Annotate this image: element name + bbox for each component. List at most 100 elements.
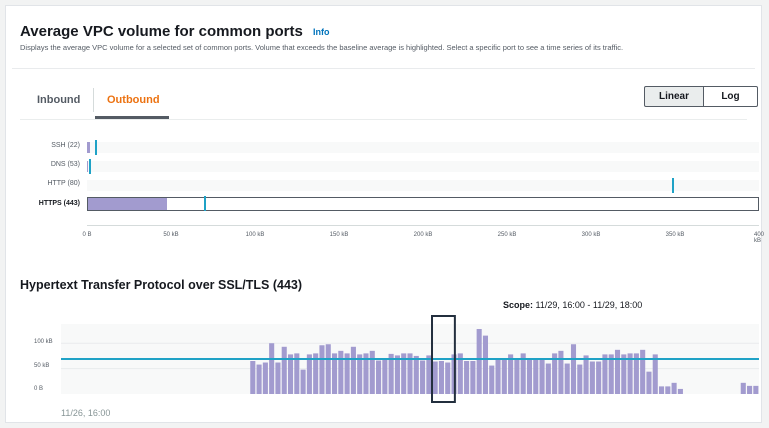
timeseries-bar[interactable] xyxy=(357,354,363,394)
timeseries-bar[interactable] xyxy=(577,364,583,394)
timeseries-bar[interactable] xyxy=(489,365,495,394)
port-row-http[interactable] xyxy=(87,178,759,193)
panel-description: Displays the average VPC volume for a se… xyxy=(20,43,624,52)
timeseries-bar[interactable] xyxy=(508,354,514,394)
info-link[interactable]: Info xyxy=(313,27,330,37)
timeseries-bar[interactable] xyxy=(275,362,281,394)
ports-axis-tick: 400 kB xyxy=(753,232,765,244)
panel-title-text: Average VPC volume for common ports xyxy=(20,23,303,40)
timeseries-bar[interactable] xyxy=(369,350,375,394)
y-tick-0: 0 B xyxy=(34,386,44,392)
timeseries-bar[interactable] xyxy=(501,358,507,394)
timeseries-bar[interactable] xyxy=(614,349,621,394)
timeseries-bar[interactable] xyxy=(269,343,275,394)
log-toggle-button[interactable]: Log xyxy=(703,86,758,107)
header-divider xyxy=(12,68,755,69)
ports-axis-tick: 350 kB xyxy=(665,232,685,238)
timeseries-bar[interactable] xyxy=(640,349,646,394)
tab-separator xyxy=(93,88,94,112)
port-baseline-ssh xyxy=(95,140,98,155)
timeseries-bar[interactable] xyxy=(306,354,312,394)
timeseries-bar[interactable] xyxy=(432,361,438,394)
x-start-label: 11/26, 16:00 xyxy=(61,408,111,418)
timeseries-bar[interactable] xyxy=(287,354,294,394)
timeseries-bar[interactable] xyxy=(621,354,627,394)
y-tick-100: 100 kB xyxy=(34,339,53,345)
port-label-http[interactable]: HTTP (80) xyxy=(20,180,80,187)
timeseries-bar[interactable] xyxy=(564,363,570,394)
timeseries-bar[interactable] xyxy=(464,361,470,394)
timeseries-bar[interactable] xyxy=(445,362,451,394)
timeseries-bar[interactable] xyxy=(533,359,539,394)
timeseries-bar[interactable] xyxy=(753,385,759,394)
ports-axis-tick: 100 kB xyxy=(245,232,265,238)
linear-toggle-button[interactable]: Linear xyxy=(644,86,704,107)
timeseries-bar[interactable] xyxy=(420,360,426,394)
port-label-ssh[interactable]: SSH (22) xyxy=(20,142,80,149)
timeseries-bar[interactable] xyxy=(602,354,608,394)
panel-title: Average VPC volume for common ports Info xyxy=(20,23,330,40)
timeseries-bar[interactable] xyxy=(665,386,671,394)
timeseries-bar[interactable] xyxy=(470,361,476,394)
ports-axis-line xyxy=(87,225,759,226)
port-label-https[interactable]: HTTPS (443) xyxy=(20,200,80,207)
timeseries-bar[interactable] xyxy=(262,362,268,394)
timeseries-bar[interactable] xyxy=(325,344,331,394)
timeseries-bar[interactable] xyxy=(256,364,262,394)
ports-axis-tick: 0 B xyxy=(82,232,92,238)
timeseries-bar[interactable] xyxy=(526,358,533,394)
port-baseline-https xyxy=(203,196,206,211)
timeseries-bar[interactable] xyxy=(495,358,501,394)
timeseries-bar[interactable] xyxy=(438,361,444,394)
timeseries-bar[interactable] xyxy=(583,355,589,394)
timeseries-bar[interactable] xyxy=(539,358,545,394)
ports-axis-tick: 200 kB xyxy=(413,232,433,238)
timeseries-bar[interactable] xyxy=(558,350,564,394)
timeseries-bar[interactable] xyxy=(646,371,652,394)
port-row-dns[interactable] xyxy=(87,159,759,174)
ports-axis-tick: 150 kB xyxy=(329,232,349,238)
port-row-https[interactable] xyxy=(87,196,759,211)
scope-readout: Scope: 11/29, 16:00 - 11/29, 18:00 xyxy=(503,300,642,310)
timeseries-bar[interactable] xyxy=(608,354,614,394)
timeseries-bar[interactable] xyxy=(740,382,746,394)
timeseries-bar[interactable] xyxy=(350,346,356,394)
timeseries-bar[interactable] xyxy=(376,360,382,394)
timeseries-bar[interactable] xyxy=(652,354,658,394)
ports-axis-tick: 300 kB xyxy=(581,232,601,238)
timeseries-bar[interactable] xyxy=(589,361,595,394)
timeseries-bar[interactable] xyxy=(319,345,325,394)
port-baseline-http xyxy=(671,178,674,193)
timeseries-bar[interactable] xyxy=(338,350,344,394)
scope-value: 11/29, 16:00 - 11/29, 18:00 xyxy=(535,300,643,310)
port-row-ssh[interactable] xyxy=(87,140,759,155)
y-tick-50: 50 kB xyxy=(34,363,50,369)
timeseries-bar[interactable] xyxy=(394,355,400,394)
timeseries-bar[interactable] xyxy=(382,359,388,394)
tab-inbound[interactable]: Inbound xyxy=(37,94,80,106)
tab-outbound[interactable]: Outbound xyxy=(107,94,160,106)
timeseries-title: Hypertext Transfer Protocol over SSL/TLS… xyxy=(20,278,303,292)
timeseries-bar[interactable] xyxy=(570,344,577,394)
timeseries-bar[interactable] xyxy=(426,355,432,394)
timeseries-bar[interactable] xyxy=(747,385,753,394)
timeseries-chart[interactable] xyxy=(61,315,759,403)
timeseries-bar[interactable] xyxy=(677,388,683,394)
ports-axis-tick: 250 kB xyxy=(497,232,517,238)
timeseries-bar[interactable] xyxy=(476,329,482,394)
port-fill-ssh xyxy=(87,142,91,153)
port-baseline-dns xyxy=(88,159,91,174)
timeseries-bar[interactable] xyxy=(658,386,665,394)
timeseries-bar[interactable] xyxy=(514,359,520,394)
timeseries-bar[interactable] xyxy=(281,346,287,394)
timeseries-bar[interactable] xyxy=(596,361,602,394)
ports-axis-tick: 50 kB xyxy=(163,232,179,238)
timeseries-bar[interactable] xyxy=(482,335,489,394)
port-fill-https xyxy=(88,198,167,210)
timeseries-bar[interactable] xyxy=(545,363,551,394)
timeseries-bar[interactable] xyxy=(250,361,256,394)
port-label-dns[interactable]: DNS (53) xyxy=(20,161,80,168)
timeseries-bar[interactable] xyxy=(300,369,306,394)
timeseries-bar[interactable] xyxy=(671,382,677,394)
timeseries-bar[interactable] xyxy=(413,355,419,394)
